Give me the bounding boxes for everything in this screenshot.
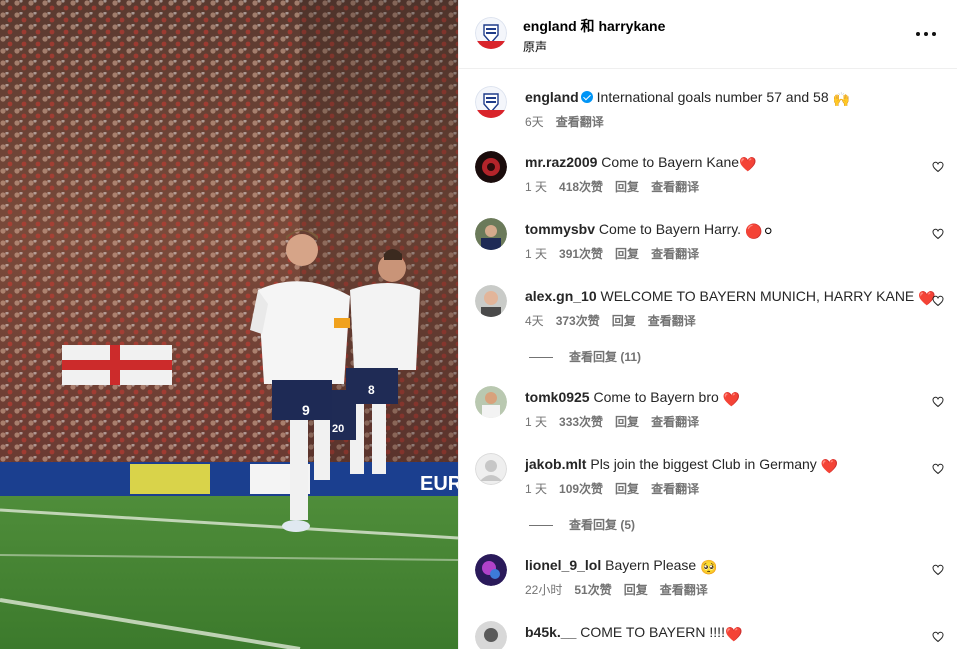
- commenter-avatar[interactable]: [475, 621, 507, 649]
- commenter-avatar[interactable]: [475, 554, 507, 586]
- translate-button[interactable]: 查看翻译: [651, 180, 699, 194]
- comment-time[interactable]: 22小时: [525, 583, 562, 597]
- divider-dash: [529, 525, 553, 527]
- commenter-avatar[interactable]: [475, 218, 507, 250]
- svg-text:9: 9: [302, 402, 310, 418]
- ad-board-text: EUR: [420, 473, 458, 495]
- comment-time[interactable]: 1 天: [525, 415, 547, 429]
- heart-icon[interactable]: [932, 564, 944, 576]
- raised-hands-emoji: 🙌: [832, 91, 850, 107]
- comment-time[interactable]: 4天: [525, 314, 544, 328]
- comment-text: WELCOME TO BAYERN MUNICH, HARRY KANE: [600, 288, 915, 304]
- heart-icon[interactable]: [932, 463, 944, 475]
- comment-item: tomk0925 Come to Bayern bro ❤️ 1 天 333次赞回…: [459, 386, 957, 436]
- heart-icon[interactable]: [932, 295, 944, 307]
- comment-likes[interactable]: 109次赞: [559, 482, 603, 496]
- reply-button[interactable]: 回复: [615, 180, 639, 194]
- heart-icon[interactable]: [932, 631, 944, 643]
- divider-dash: [529, 357, 553, 359]
- comment-item: mr.raz2009 Come to Bayern Kane❤️ 1 天 418次…: [459, 151, 957, 201]
- comment-item: jakob.mlt Pls join the biggest Club in G…: [459, 453, 957, 503]
- translate-button[interactable]: 查看翻译: [648, 314, 696, 328]
- translate-button[interactable]: 查看翻译: [660, 583, 708, 597]
- reply-button[interactable]: 回复: [615, 415, 639, 429]
- comment-username[interactable]: mr.raz2009: [525, 154, 597, 170]
- reply-button[interactable]: 回复: [615, 247, 639, 261]
- comment-likes[interactable]: 333次赞: [559, 415, 603, 429]
- heart-emoji: ❤️: [820, 458, 839, 474]
- post-video[interactable]: EUR 8 20 9: [0, 0, 458, 649]
- heart-icon[interactable]: [932, 396, 944, 408]
- heart-emoji: ❤️: [722, 391, 741, 407]
- comment-username[interactable]: lionel_9_lol: [525, 557, 601, 573]
- translate-button[interactable]: 查看翻译: [651, 247, 699, 261]
- comment-text: Come to Bayern Harry.: [598, 221, 742, 237]
- comment-item: tommysbv Come to Bayern Harry. 🔴⚪ 1 天 391…: [459, 218, 957, 268]
- match-scene: EUR 8 20 9: [0, 0, 458, 649]
- post-header: england 和 harrykane 原声: [459, 0, 957, 69]
- comment-username[interactable]: alex.gn_10: [525, 288, 597, 304]
- post-header-title[interactable]: england 和 harrykane: [523, 16, 665, 36]
- caption-time[interactable]: 6天: [525, 115, 544, 129]
- comment-text: Come to Bayern Kane: [601, 154, 740, 170]
- translate-button[interactable]: 查看翻译: [651, 482, 699, 496]
- pleading-face-emoji: 🥺: [700, 559, 718, 575]
- comment-text: Bayern Please: [605, 557, 697, 573]
- comment-username[interactable]: tommysbv: [525, 221, 595, 237]
- comment-username[interactable]: tomk0925: [525, 389, 590, 405]
- heart-emoji: ❤️: [739, 156, 757, 172]
- commenter-avatar[interactable]: [475, 151, 507, 183]
- heart-emoji: ❤️: [724, 626, 743, 642]
- comment-text: Pls join the biggest Club in Germany: [590, 456, 817, 472]
- comments-panel: england 和 harrykane 原声 england Internatio…: [458, 0, 957, 649]
- comment-likes[interactable]: 391次赞: [559, 247, 603, 261]
- comment-likes[interactable]: 51次赞: [574, 583, 611, 597]
- commenter-avatar[interactable]: [475, 285, 507, 317]
- ad-board: [0, 462, 458, 496]
- reply-button[interactable]: 回复: [615, 482, 639, 496]
- heart-icon[interactable]: [932, 228, 944, 240]
- comment-time[interactable]: 1 天: [525, 180, 547, 194]
- audio-label[interactable]: 原声: [523, 38, 547, 55]
- comment-username[interactable]: b45k.__: [525, 624, 576, 640]
- comment-text: COME TO BAYERN !!!!: [580, 624, 725, 640]
- england-avatar[interactable]: [475, 17, 507, 49]
- caption-text: International goals number 57 and 58: [596, 89, 829, 105]
- reply-button[interactable]: 回复: [624, 583, 648, 597]
- svg-text:8: 8: [368, 383, 375, 397]
- comment-likes[interactable]: 373次赞: [556, 314, 600, 328]
- more-options-icon[interactable]: [914, 22, 938, 46]
- post-caption: england International goals number 57 and…: [459, 86, 957, 136]
- comment-item: b45k.__ COME TO BAYERN !!!!❤️: [459, 621, 957, 649]
- comment-likes[interactable]: 418次赞: [559, 180, 603, 194]
- reply-button[interactable]: 回复: [612, 314, 636, 328]
- comment-username[interactable]: jakob.mlt: [525, 456, 586, 472]
- england-avatar[interactable]: [475, 86, 507, 118]
- commenter-avatar[interactable]: [475, 386, 507, 418]
- heart-icon[interactable]: [932, 161, 944, 173]
- comment-text: Come to Bayern bro: [593, 389, 719, 405]
- view-replies-button[interactable]: 查看回复 (11): [529, 348, 641, 365]
- comment-time[interactable]: 1 天: [525, 247, 547, 261]
- comment-time[interactable]: 1 天: [525, 482, 547, 496]
- default-avatar[interactable]: [475, 453, 507, 485]
- comment-item: lionel_9_lol Bayern Please 🥺 22小时 51次赞 回复查…: [459, 554, 957, 604]
- svg-text:20: 20: [332, 423, 344, 435]
- translate-button[interactable]: 查看翻译: [651, 415, 699, 429]
- translate-button[interactable]: 查看翻译: [556, 115, 604, 129]
- view-replies-button[interactable]: 查看回复 (5): [529, 516, 635, 533]
- red-white-circles-emoji: 🔴⚪: [744, 223, 775, 239]
- comment-item: alex.gn_10 WELCOME TO BAYERN MUNICH, HAR…: [459, 285, 957, 335]
- verified-icon: [580, 91, 593, 103]
- caption-username[interactable]: england: [525, 89, 579, 105]
